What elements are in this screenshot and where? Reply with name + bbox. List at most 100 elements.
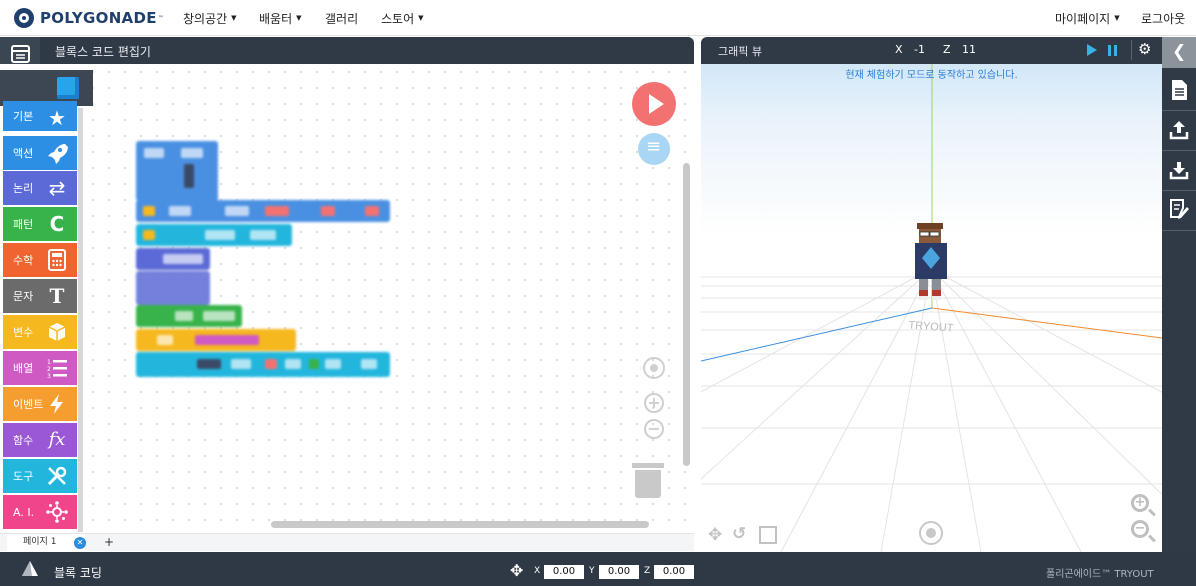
- category-label: A. I.: [13, 505, 35, 519]
- logo-trademark: ™: [157, 14, 164, 22]
- category-tools[interactable]: 도구: [3, 459, 77, 493]
- 3d-cube-icon[interactable]: [57, 77, 79, 99]
- category-function[interactable]: 함수 fx: [3, 423, 77, 457]
- polygonade-logo[interactable]: POLYGONADE ™: [14, 8, 164, 28]
- add-page-button[interactable]: +: [104, 534, 114, 551]
- zoom-in-icon[interactable]: +: [644, 393, 664, 413]
- chevron-left-icon[interactable]: ❮: [1172, 42, 1186, 62]
- character-avatar[interactable]: [915, 223, 947, 300]
- recenter-icon[interactable]: [643, 357, 665, 379]
- category-action[interactable]: 액션: [3, 136, 77, 170]
- calculator-icon: [45, 248, 69, 272]
- category-ai[interactable]: A. I.: [3, 495, 77, 529]
- rotate-icon[interactable]: ↺: [732, 524, 746, 544]
- category-logic[interactable]: 논리 ⇄: [3, 171, 77, 205]
- page-tab-label: 페이지 1: [23, 537, 57, 547]
- zoom-out-magnifier-icon[interactable]: −: [1131, 520, 1149, 538]
- run-button[interactable]: [632, 82, 676, 126]
- download-icon[interactable]: [1168, 158, 1190, 182]
- tools-icon: [45, 464, 69, 488]
- nav-menu-learning[interactable]: 배움터 ▼: [259, 0, 302, 36]
- sidebar-divider: [1162, 230, 1196, 231]
- app-window: POLYGONADE ™ 창의공간 ▼ 배움터 ▼ 갤러리 스토어 ▼ 마이페이지 ▼ …: [0, 0, 1196, 586]
- numbered-list-icon: 123: [45, 356, 69, 380]
- x-label: X: [534, 566, 541, 576]
- polygonade-mark-icon: [20, 560, 40, 578]
- right-sidebar: [1162, 37, 1196, 552]
- cleanup-button[interactable]: [638, 133, 670, 165]
- caret-down-icon: ▼: [418, 14, 424, 22]
- coord-x-value: -1: [914, 43, 925, 56]
- logo-text: POLYGONADE: [40, 9, 157, 27]
- lightning-icon: [45, 392, 69, 416]
- move-arrows-icon[interactable]: ✥: [708, 525, 722, 545]
- editor-header: 블록스 코드 편집기: [0, 37, 694, 73]
- coord-z-value: 11: [962, 43, 976, 56]
- category-label: 기본: [13, 110, 34, 123]
- ground-label: TRYOUT: [908, 319, 954, 334]
- category-label: 논리: [13, 182, 34, 195]
- coord-z-label: Z: [943, 43, 951, 56]
- nav-menu-gallery[interactable]: 갤러리: [325, 0, 358, 36]
- move-icon: ✥: [510, 561, 524, 580]
- category-event[interactable]: 이벤트: [3, 387, 77, 421]
- category-label: 도구: [13, 470, 34, 483]
- category-label: 배열: [13, 362, 34, 375]
- nav-menu-label: 창의공간: [183, 11, 228, 26]
- camera-target-icon[interactable]: [919, 521, 943, 545]
- bottom-status-bar: [0, 552, 1196, 586]
- category-label: 함수: [13, 434, 34, 447]
- fit-view-icon[interactable]: [759, 526, 777, 544]
- x-coordinate-input[interactable]: 0.00: [544, 565, 584, 579]
- page-tab-bar: 페이지 1 ✕ +: [0, 533, 694, 552]
- caret-down-icon: ▼: [1114, 14, 1120, 22]
- nav-mypage[interactable]: 마이페이지 ▼: [1055, 0, 1120, 36]
- workspace-horizontal-scrollbar[interactable]: [271, 521, 649, 528]
- category-text[interactable]: 문자 T: [3, 279, 77, 313]
- caret-down-icon: ▼: [296, 14, 302, 22]
- loop-arrow-icon: C: [49, 212, 65, 236]
- 3d-scene-viewport[interactable]: TRYOUT: [701, 64, 1162, 552]
- y-coordinate-input[interactable]: 0.00: [599, 565, 639, 579]
- play-icon[interactable]: [1087, 44, 1097, 56]
- logout-link[interactable]: 로그아웃: [1141, 0, 1185, 36]
- logout-label: 로그아웃: [1141, 11, 1186, 26]
- block-workspace[interactable]: [85, 64, 694, 534]
- zoom-out-icon[interactable]: −: [644, 419, 664, 439]
- caret-down-icon: ▼: [231, 14, 237, 22]
- page-tab[interactable]: 페이지 1 ✕: [7, 534, 86, 552]
- block-coding-title: 블록 코딩: [54, 566, 102, 580]
- close-icon[interactable]: ✕: [74, 537, 86, 549]
- category-label: 이벤트: [13, 398, 44, 411]
- upload-icon[interactable]: [1168, 118, 1190, 142]
- rocket-icon: [45, 141, 69, 165]
- category-math[interactable]: 수학: [3, 243, 77, 277]
- category-basic[interactable]: 기본 ★: [3, 101, 77, 131]
- category-variable[interactable]: 변수: [3, 315, 77, 349]
- trial-mode-notice: 현재 체험하기 모드로 동작하고 있습니다.: [845, 70, 1018, 81]
- category-label: 액션: [13, 147, 34, 160]
- workspace-vertical-scrollbar[interactable]: [683, 163, 690, 466]
- category-label: 패턴: [13, 218, 34, 231]
- category-label: 문자: [13, 290, 34, 303]
- document-icon[interactable]: [1168, 78, 1190, 102]
- gear-icon[interactable]: ⚙: [1138, 40, 1151, 58]
- coord-x-label: X: [895, 43, 903, 56]
- network-icon: [45, 500, 69, 524]
- category-label: 수학: [13, 254, 34, 267]
- zoom-in-magnifier-icon[interactable]: +: [1131, 494, 1149, 512]
- category-pattern[interactable]: 패턴 C: [3, 207, 77, 241]
- edit-note-icon[interactable]: [1168, 198, 1190, 222]
- pause-icon[interactable]: [1108, 45, 1118, 56]
- nav-menu-creative-space[interactable]: 창의공간 ▼: [183, 0, 237, 36]
- nav-menu-store[interactable]: 스토어 ▼: [381, 0, 424, 36]
- svg-text:1: 1: [47, 359, 51, 366]
- box-icon: [45, 320, 69, 344]
- footer-brand: 폴리곤에이드™ TRYOUT: [1046, 569, 1154, 580]
- category-scrollbar[interactable]: [78, 108, 83, 532]
- trash-icon[interactable]: [632, 463, 664, 498]
- z-coordinate-input[interactable]: 0.00: [654, 565, 694, 579]
- category-array[interactable]: 배열 123: [3, 351, 77, 385]
- nav-menu-label: 갤러리: [325, 11, 359, 26]
- sidebar-divider: [1162, 150, 1196, 151]
